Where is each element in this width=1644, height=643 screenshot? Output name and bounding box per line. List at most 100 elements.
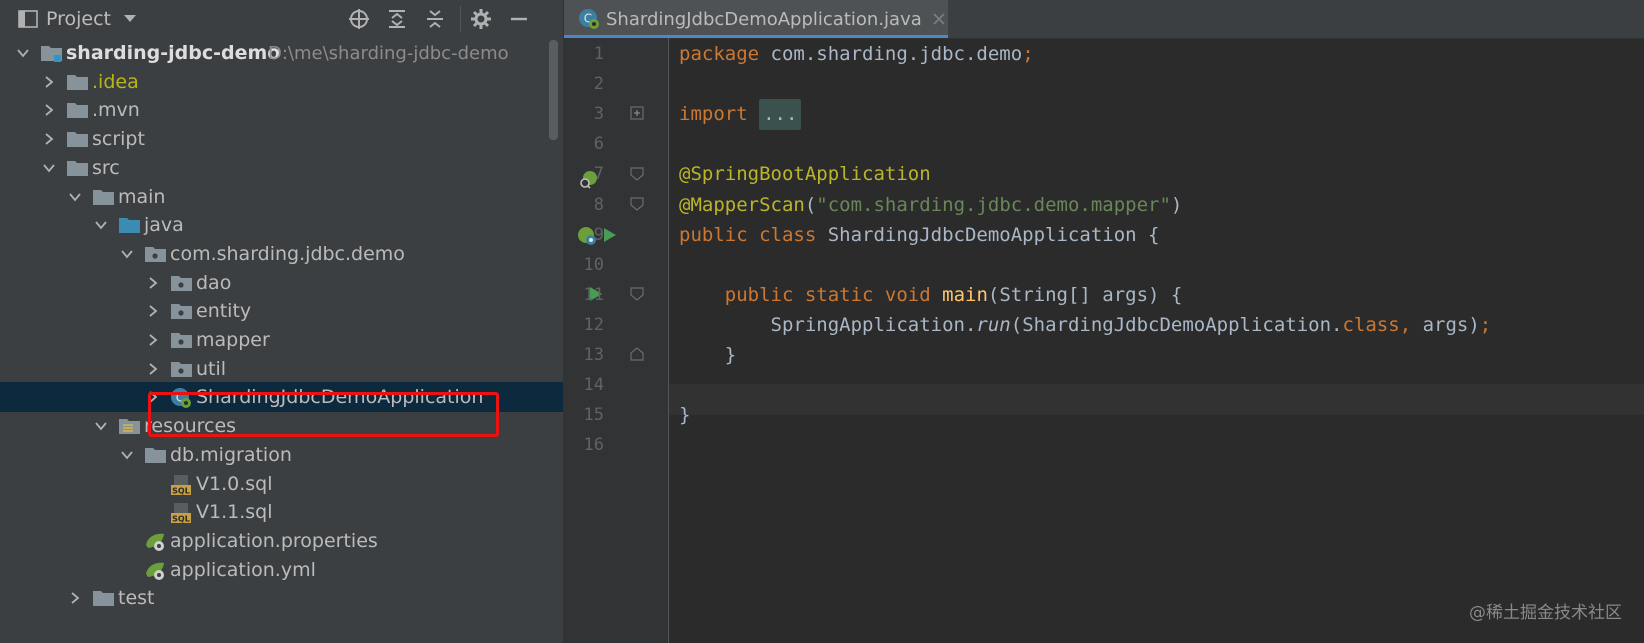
tree-row[interactable]: test <box>0 583 563 613</box>
tree-item-label: .idea <box>92 70 139 93</box>
chevron-down-icon[interactable] <box>42 161 56 175</box>
tree-row[interactable]: .idea <box>0 67 563 97</box>
tree-item-label: application.properties <box>170 529 378 552</box>
tree-item-label: util <box>196 357 227 380</box>
code-token: public <box>724 283 805 306</box>
folder-icon <box>144 445 166 463</box>
tree-item-label: entity <box>196 300 252 323</box>
code-token: SpringApplication. <box>679 313 977 336</box>
close-icon[interactable] <box>932 12 946 26</box>
tree-row[interactable]: application.properties <box>0 526 563 556</box>
chevron-right-icon[interactable] <box>42 132 56 146</box>
code-line: public static void main(String[] args) { <box>679 280 1183 311</box>
chevron-down-icon[interactable] <box>120 247 134 261</box>
tree-row[interactable]: src <box>0 153 563 183</box>
spring-boot-class-icon: C <box>579 9 599 29</box>
code-token: @SpringBootApplication <box>679 163 931 186</box>
chevron-right-icon[interactable] <box>146 333 160 347</box>
chevron-right-icon[interactable] <box>146 304 160 318</box>
chevron-right-icon[interactable] <box>68 591 82 605</box>
run-icon[interactable] <box>602 226 618 244</box>
tree-row[interactable]: mapper <box>0 325 563 355</box>
fold-open-icon[interactable] <box>630 287 644 301</box>
tree-scrollbar[interactable] <box>549 40 558 140</box>
chevron-down-icon[interactable] <box>16 46 30 60</box>
gear-icon[interactable] <box>470 8 492 30</box>
tree-row[interactable]: script <box>0 124 563 154</box>
code-token: , <box>1399 313 1423 336</box>
project-panel: Project sharding-jdbc-demo D:\me\shardin… <box>0 0 564 643</box>
watermark: @稀土掘金技术社区 <box>1469 603 1622 623</box>
folder-icon <box>66 72 88 90</box>
tree-item-label: com.sharding.jdbc.demo <box>170 242 405 265</box>
code-line: } <box>679 340 736 371</box>
collapse-all-icon[interactable] <box>424 8 446 30</box>
folded-imports[interactable]: ... <box>759 99 802 131</box>
tree-row[interactable]: com.sharding.jdbc.demo <box>0 239 563 269</box>
project-panel-title: Project <box>46 8 112 30</box>
tree-row[interactable]: java <box>0 210 563 240</box>
gutter-divider <box>668 38 669 643</box>
code-token: class <box>759 223 828 246</box>
fold-close-icon[interactable] <box>630 347 644 361</box>
fold-open-icon[interactable] <box>630 167 644 181</box>
fold-open-icon[interactable] <box>630 197 644 211</box>
expand-all-icon[interactable] <box>386 8 408 30</box>
code-token: ; <box>1479 313 1492 336</box>
chevron-down-icon[interactable] <box>68 190 82 204</box>
tree-item-label: dao <box>196 271 232 294</box>
code-token: main <box>942 283 988 306</box>
code-token: public <box>679 223 760 246</box>
tree-item-label: main <box>118 185 166 208</box>
line-number: 11 <box>583 284 604 305</box>
chevron-right-icon[interactable] <box>146 362 160 376</box>
red-highlight-box <box>148 392 499 437</box>
tab-label: ShardingJdbcDemoApplication.java <box>606 8 922 30</box>
code-token: ) <box>1170 193 1183 216</box>
chevron-down-icon[interactable] <box>120 448 134 462</box>
tree-item-label: .mvn <box>92 99 140 122</box>
project-view-selector[interactable]: Project <box>18 0 137 38</box>
folder-icon <box>92 187 114 205</box>
spring-config-icon <box>144 531 166 551</box>
tree-row[interactable]: .mvn <box>0 95 563 125</box>
tree-row[interactable]: entity <box>0 296 563 326</box>
tree-item-label: java <box>144 214 184 237</box>
package-icon <box>170 330 192 348</box>
tree-row[interactable]: SQL V1.1.sql <box>0 497 563 527</box>
tree-row[interactable]: main <box>0 182 563 212</box>
source-folder-icon <box>118 215 140 234</box>
crosshair-locate-icon[interactable] <box>348 8 370 30</box>
line-number: 8 <box>593 194 604 215</box>
code-token: ; <box>1022 43 1034 65</box>
folder-icon <box>66 158 88 176</box>
tree-item-label: test <box>118 587 155 610</box>
tree-row[interactable]: application.yml <box>0 555 563 585</box>
code-token: } <box>679 404 691 427</box>
chevron-right-icon[interactable] <box>146 276 160 290</box>
folder-icon <box>66 129 88 148</box>
chevron-right-icon[interactable] <box>42 75 56 89</box>
chevron-right-icon[interactable] <box>42 103 56 117</box>
line-number: 15 <box>583 405 604 426</box>
line-number: 10 <box>583 254 604 275</box>
code-line: public class ShardingJdbcDemoApplication… <box>679 220 1159 251</box>
chevron-down-icon[interactable] <box>94 419 108 433</box>
toolbar-divider <box>460 6 461 32</box>
tree-row[interactable]: db.migration <box>0 440 563 470</box>
fold-plus-icon[interactable] <box>630 106 644 120</box>
tree-row[interactable]: sharding-jdbc-demo D:\me\sharding-jdbc-de… <box>0 38 563 68</box>
resources-folder-icon <box>118 416 140 435</box>
tree-item-label: application.yml <box>170 558 316 581</box>
code-token: @MapperScan <box>679 193 805 216</box>
tree-row[interactable]: SQL V1.0.sql <box>0 469 563 499</box>
line-number: 13 <box>583 345 604 365</box>
tree-row[interactable]: dao <box>0 268 563 298</box>
tab-sharding-jdbc-demo-application[interactable]: C ShardingJdbcDemoApplication.java <box>564 0 948 38</box>
tree-row[interactable]: util <box>0 354 563 384</box>
minimize-icon[interactable] <box>508 8 530 30</box>
code-editor: C ShardingJdbcDemoApplication.java @稀土掘金… <box>564 0 1644 643</box>
chevron-down-icon[interactable] <box>94 218 108 232</box>
code-token: (String[] args) { <box>987 283 1183 306</box>
